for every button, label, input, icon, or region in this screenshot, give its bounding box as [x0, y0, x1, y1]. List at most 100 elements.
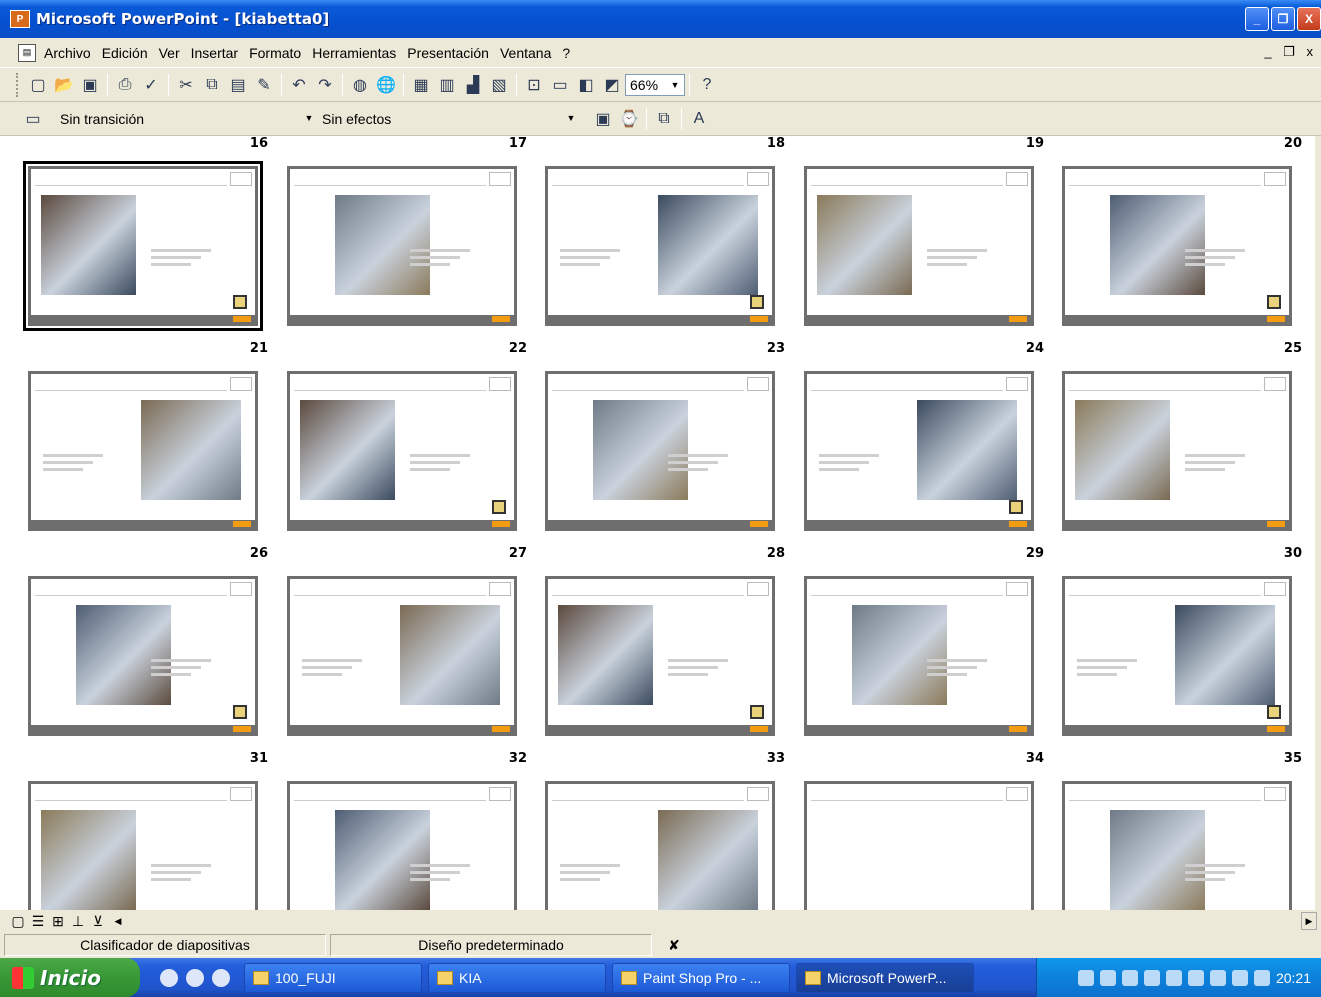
slide-sorter[interactable]: 16 17 18 19 20 21 22 23 24 25 26 27 28 29 30 31 32 33 34 35 [0, 136, 1321, 910]
slide-thumbnail[interactable] [28, 371, 258, 531]
slide-thumbnail[interactable] [287, 781, 517, 910]
quick-launch-icon[interactable] [212, 968, 230, 987]
spelling-icon[interactable]: ✓ [138, 72, 164, 98]
redo-icon[interactable]: ↷ [312, 72, 338, 98]
menu-ventana[interactable]: Ventana [500, 45, 551, 61]
slide-thumbnail[interactable] [287, 371, 517, 531]
chevron-down-icon[interactable]: ▼ [564, 110, 578, 126]
paint-shop-pro-icon [621, 970, 637, 985]
menu-ayuda[interactable]: ? [562, 45, 570, 61]
tray-icon[interactable] [1231, 969, 1248, 986]
minimize-button[interactable]: _ [1245, 7, 1269, 31]
menu-formato[interactable]: Formato [249, 45, 301, 61]
task-button-active[interactable]: Microsoft PowerP... [796, 962, 974, 993]
menu-ver[interactable]: Ver [159, 45, 180, 61]
normal-view-icon[interactable]: ▢ [8, 913, 28, 930]
task-button[interactable]: Paint Shop Pro - ... [612, 962, 790, 993]
slide-show-icon[interactable]: ⊻ [88, 913, 108, 930]
expand-icon[interactable]: ⊡ [521, 72, 547, 98]
sheet-icon[interactable]: ▥ [434, 72, 460, 98]
tray-icon[interactable] [1121, 969, 1138, 986]
tray-icon[interactable] [1253, 969, 1270, 986]
slide-thumbnail[interactable] [23, 161, 263, 331]
slide-transition-icon[interactable]: ▭ [20, 106, 46, 132]
paste-icon[interactable]: ▤ [225, 72, 251, 98]
scroll-right-icon[interactable]: ▶ [1301, 912, 1317, 930]
menu-archivo[interactable]: Archivo [44, 45, 91, 61]
document-icon[interactable]: ▤ [18, 43, 36, 62]
tray-icon[interactable] [1099, 969, 1116, 986]
tray-icon[interactable] [1187, 969, 1204, 986]
slide-thumbnail[interactable] [28, 576, 258, 736]
show-formatting-icon[interactable]: A [686, 106, 712, 132]
tray-icon[interactable] [1209, 969, 1226, 986]
menu-insertar[interactable]: Insertar [191, 45, 238, 61]
tray-icon[interactable] [1165, 969, 1182, 986]
tray-icon[interactable] [1143, 969, 1160, 986]
zoom-select[interactable]: 66% ▼ [625, 73, 685, 96]
grayscale-icon[interactable]: ◧ [573, 72, 599, 98]
slide-number: 25 [1283, 341, 1302, 356]
rehearse-timings-icon[interactable]: ⌚ [616, 106, 642, 132]
menu-presentacion[interactable]: Presentación [407, 45, 489, 61]
outline-view-icon[interactable]: ☰ [28, 913, 48, 930]
copy-icon[interactable]: ⧉ [199, 72, 225, 98]
quick-launch-icon[interactable] [186, 968, 204, 987]
task-button[interactable]: KIA [428, 962, 606, 993]
open-icon[interactable]: 📂 [51, 72, 77, 98]
slide-thumbnail[interactable] [1062, 576, 1292, 736]
slide-thumbnail[interactable] [804, 371, 1034, 531]
slide-thumbnail[interactable] [545, 166, 775, 326]
menu-edicion[interactable]: Edición [102, 45, 148, 61]
table-icon[interactable]: ▦ [408, 72, 434, 98]
scroll-left-icon[interactable]: ◀ [108, 916, 128, 927]
vertical-scrollbar[interactable] [1315, 136, 1321, 910]
summary-slide-icon[interactable]: ⧉ [651, 106, 677, 132]
help-icon[interactable]: ? [694, 72, 720, 98]
slide-footer-tag [1267, 316, 1285, 322]
close-button[interactable]: X [1297, 7, 1321, 31]
slide-thumbnail[interactable] [287, 576, 517, 736]
hide-slide-icon[interactable]: ▣ [590, 106, 616, 132]
slide-canvas [1065, 784, 1289, 910]
show-formatting-icon[interactable]: ▭ [547, 72, 573, 98]
effects-select[interactable]: Sin efectos ▼ [318, 108, 580, 130]
color-icon[interactable]: ◩ [599, 72, 625, 98]
web-icon[interactable]: 🌐 [373, 72, 399, 98]
slide-thumbnail[interactable] [1062, 166, 1292, 326]
chart-icon[interactable]: ▟ [460, 72, 486, 98]
chevron-down-icon[interactable]: ▼ [668, 77, 682, 93]
notes-view-icon[interactable]: ⊥ [68, 913, 88, 930]
save-icon[interactable]: ▣ [77, 72, 103, 98]
hyperlink-icon[interactable]: ◍ [347, 72, 373, 98]
slide-thumbnail[interactable] [545, 576, 775, 736]
new-icon[interactable]: ▢ [25, 72, 51, 98]
slide-thumbnail[interactable] [1062, 781, 1292, 910]
maximize-button[interactable]: ❐ [1271, 7, 1295, 31]
document-window-controls[interactable]: _ ❐ x [1264, 44, 1317, 60]
slide-thumbnail[interactable] [804, 166, 1034, 326]
tray-icon[interactable] [1077, 969, 1094, 986]
new-slide-icon[interactable]: ▧ [486, 72, 512, 98]
menu-herramientas[interactable]: Herramientas [312, 45, 396, 61]
transition-select[interactable]: Sin transición ▼ [56, 108, 318, 130]
task-button[interactable]: 100_FUJI [244, 962, 422, 993]
start-button[interactable]: Inicio [0, 958, 140, 997]
cut-icon[interactable]: ✂ [173, 72, 199, 98]
print-icon[interactable]: ⎙ [112, 72, 138, 98]
slide-thumbnail[interactable] [804, 576, 1034, 736]
slide-sorter-view-icon[interactable]: ⊞ [48, 913, 68, 930]
slide-thumbnail[interactable] [545, 781, 775, 910]
slide-thumbnail[interactable] [287, 166, 517, 326]
slide-thumbnail[interactable] [1062, 371, 1292, 531]
format-painter-icon[interactable]: ✎ [251, 72, 277, 98]
slide-thumbnail[interactable] [545, 371, 775, 531]
slide-footer-tag [1009, 726, 1027, 732]
undo-icon[interactable]: ↶ [286, 72, 312, 98]
slide-thumbnail[interactable] [28, 781, 258, 910]
spelling-status-icon[interactable]: ✘ [656, 934, 692, 956]
slide-thumbnail[interactable] [804, 781, 1034, 910]
toolbar-grip[interactable] [16, 72, 19, 97]
chevron-down-icon[interactable]: ▼ [302, 110, 316, 126]
quick-launch-icon[interactable] [160, 968, 178, 987]
